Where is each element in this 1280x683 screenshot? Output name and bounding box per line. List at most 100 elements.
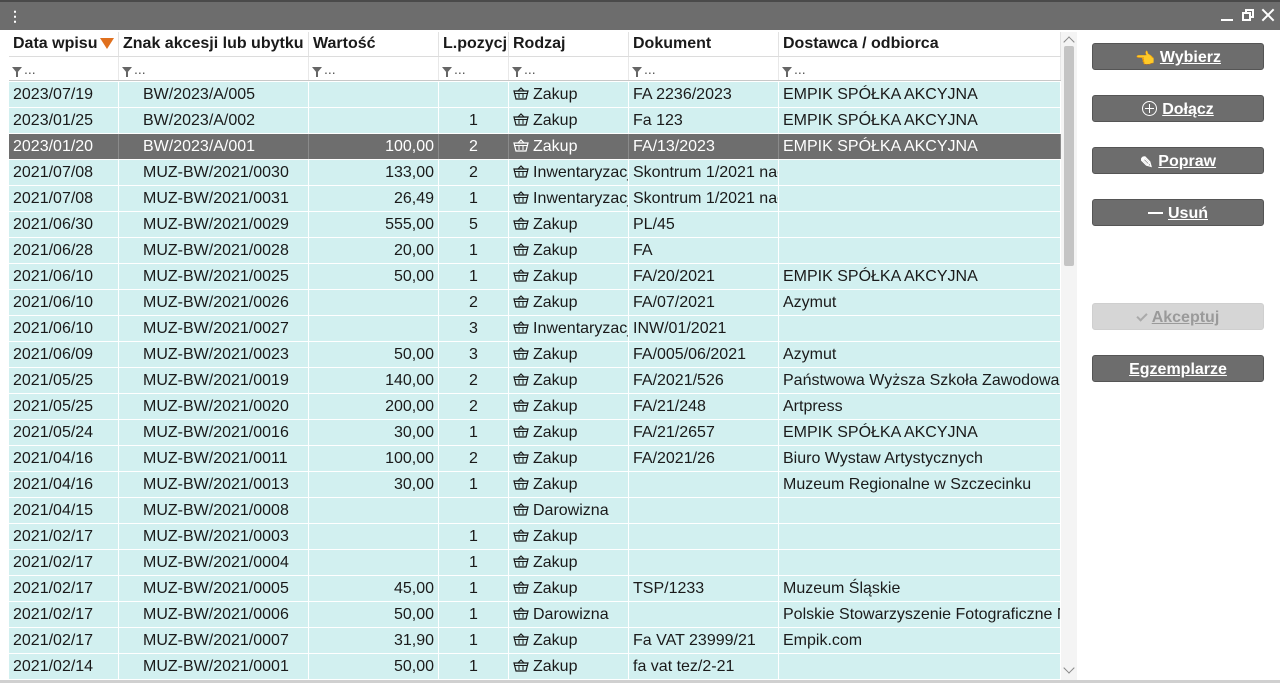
filter-cell-l-pozycji[interactable]: ... xyxy=(439,57,509,80)
sort-descending-icon xyxy=(100,38,115,49)
table-row[interactable]: 2021/02/17 MUZ-BW/2021/0007 31,90 1 Zakup Fa … xyxy=(9,628,1061,654)
cell-data-wpisu: 2021/06/30 xyxy=(9,212,119,237)
filter-cell-data[interactable]: ... xyxy=(9,57,119,80)
rodzaj-label: Darowizna xyxy=(533,606,609,623)
table-row[interactable]: 2021/06/10 MUZ-BW/2021/0025 50,00 1 Zakup FA/… xyxy=(9,264,1061,290)
cell-dokument: FA 2236/2023 xyxy=(629,82,779,107)
basket-icon xyxy=(513,217,529,230)
filter-cell-rodzaj[interactable]: ... xyxy=(509,57,629,80)
column-header-wartosc[interactable]: Wartość xyxy=(309,32,439,56)
table-row[interactable]: 2021/05/24 MUZ-BW/2021/0016 30,00 1 Zakup FA/… xyxy=(9,420,1061,446)
pointing-hand-icon: 👈 xyxy=(1135,51,1155,68)
cell-l-pozycji: 2 xyxy=(439,134,509,159)
table-row[interactable]: 2021/02/17 MUZ-BW/2021/0004 1 Zakup xyxy=(9,550,1061,576)
cell-znak: MUZ-BW/2021/0028 xyxy=(119,238,309,263)
cell-wartosc: 555,00 xyxy=(309,212,439,237)
filter-cell-dokument[interactable]: ... xyxy=(629,57,779,80)
filter-cell-dostawca[interactable]: ... xyxy=(779,57,1061,80)
cell-dostawca: Biuro Wystaw Artystycznych xyxy=(779,446,1061,471)
filter-placeholder: ... xyxy=(794,61,806,77)
vertical-scrollbar[interactable] xyxy=(1061,32,1077,680)
cell-wartosc: 100,00 xyxy=(309,134,439,159)
cell-dokument xyxy=(629,472,779,497)
column-header-rodzaj[interactable]: Rodzaj xyxy=(509,32,629,56)
cell-dostawca: Państwowa Wyższa Szkoła Zawodowa w xyxy=(779,368,1061,393)
minus-icon xyxy=(1148,212,1163,214)
filter-cell-wartosc[interactable]: ... xyxy=(309,57,439,80)
cell-rodzaj: Inwentaryzacja xyxy=(509,186,629,211)
table-row[interactable]: 2021/06/10MUZ-BW/2021/0027 3 Inwentaryzacj… xyxy=(9,316,1061,342)
table-row[interactable]: 2021/04/16 MUZ-BW/2021/0013 30,00 1 Zakup Muz… xyxy=(9,472,1061,498)
filter-cell-znak[interactable]: ... xyxy=(119,57,309,80)
popraw-button[interactable]: ✎ Popraw xyxy=(1092,147,1264,174)
basket-icon xyxy=(513,269,529,282)
scrollbar-thumb[interactable] xyxy=(1064,46,1074,266)
cell-dokument: FA/20/2021 xyxy=(629,264,779,289)
cell-dokument: FA/21/248 xyxy=(629,394,779,419)
cell-dokument xyxy=(629,602,779,627)
table-row[interactable]: 2023/01/25 BW/2023/A/002 1 Zakup Fa 123 EMPIK… xyxy=(9,108,1061,134)
cell-wartosc: 50,00 xyxy=(309,264,439,289)
cell-dostawca xyxy=(779,316,1061,341)
table-row[interactable]: 2021/06/09 MUZ-BW/2021/0023 50,00 3 Zakup FA/… xyxy=(9,342,1061,368)
column-header-label: Znak akcesji lub ubytku xyxy=(123,35,304,52)
restore-icon[interactable] xyxy=(1240,7,1256,23)
cell-dostawca xyxy=(779,160,1061,185)
egzemplarze-button[interactable]: Egzemplarze xyxy=(1092,355,1264,382)
usun-button[interactable]: Usuń xyxy=(1092,199,1264,226)
column-header-data-wpisu[interactable]: Data wpisu xyxy=(9,32,119,56)
cell-rodzaj: Zakup xyxy=(509,446,629,471)
table-row[interactable]: 2023/07/19 BW/2023/A/005 Zakup FA 2236/2023… xyxy=(9,82,1061,108)
table-row[interactable]: 2021/05/25 MUZ-BW/2021/0020 200,00 2 Zakup FA… xyxy=(9,394,1061,420)
cell-dokument: FA/13/2023 xyxy=(629,134,779,159)
cell-znak: BW/2023/A/002 xyxy=(119,108,309,133)
cell-dostawca xyxy=(779,524,1061,549)
table-row[interactable]: 2023/01/20 BW/2023/A/001 100,00 2 Zakup FA/13… xyxy=(9,134,1061,160)
dolacz-button[interactable]: Dołącz xyxy=(1092,95,1264,122)
table-row[interactable]: 2021/07/08 MUZ-BW/2021/0031 26,49 1 Inwentar… xyxy=(9,186,1061,212)
cell-rodzaj: Zakup xyxy=(509,134,629,159)
rodzaj-label: Zakup xyxy=(533,658,578,675)
table-row[interactable]: 2021/02/14 MUZ-BW/2021/0001 50,00 1 Zakup fa … xyxy=(9,654,1061,680)
column-header-label: Rodzaj xyxy=(513,35,566,52)
scroll-down-icon[interactable] xyxy=(1063,662,1075,674)
cell-rodzaj: Zakup xyxy=(509,82,629,107)
cell-data-wpisu: 2021/04/16 xyxy=(9,472,119,497)
cell-wartosc: 50,00 xyxy=(309,342,439,367)
table-row[interactable]: 2021/06/28 MUZ-BW/2021/0028 20,00 1 Zakup FA xyxy=(9,238,1061,264)
cell-l-pozycji: 1 xyxy=(439,628,509,653)
cell-data-wpisu: 2021/04/15 xyxy=(9,498,119,523)
column-header-l-pozycji[interactable]: L.pozycji xyxy=(439,32,509,56)
cell-dostawca xyxy=(779,238,1061,263)
cell-data-wpisu: 2023/07/19 xyxy=(9,82,119,107)
table-row[interactable]: 2021/04/15 MUZ-BW/2021/0008 Darowizna xyxy=(9,498,1061,524)
cell-l-pozycji: 1 xyxy=(439,472,509,497)
table-row[interactable]: 2021/02/17 MUZ-BW/2021/0003 1 Zakup xyxy=(9,524,1061,550)
window-menu-icon[interactable]: ⋮ xyxy=(8,6,22,26)
close-icon[interactable] xyxy=(1260,7,1276,23)
column-header-dostawca[interactable]: Dostawca / odbiorca xyxy=(779,32,1061,56)
table-row[interactable]: 2021/04/16 MUZ-BW/2021/0011 100,00 2 Zakup FA… xyxy=(9,446,1061,472)
rodzaj-label: Zakup xyxy=(533,294,578,311)
table-row[interactable]: 2021/02/17 MUZ-BW/2021/0005 45,00 1 Zakup TSP… xyxy=(9,576,1061,602)
cell-znak: MUZ-BW/2021/0011 xyxy=(119,446,309,471)
table-row[interactable]: 2021/06/30 MUZ-BW/2021/0029 555,00 5 Zakup PL… xyxy=(9,212,1061,238)
wybierz-button[interactable]: 👈 Wybierz xyxy=(1092,43,1264,70)
column-header-znak[interactable]: Znak akcesji lub ubytku xyxy=(119,32,309,56)
table-row[interactable]: 2021/07/08 MUZ-BW/2021/0030 133,00 2 Inwenta… xyxy=(9,160,1061,186)
table-row[interactable]: 2021/06/10 MUZ-BW/2021/0026 2 Zakup FA/07/20… xyxy=(9,290,1061,316)
column-header-label: Wartość xyxy=(313,35,376,52)
cell-znak: MUZ-BW/2021/0020 xyxy=(119,394,309,419)
column-header-dokument[interactable]: Dokument xyxy=(629,32,779,56)
cell-znak: BW/2023/A/005 xyxy=(119,82,309,107)
cell-znak: MUZ-BW/2021/0003 xyxy=(119,524,309,549)
cell-data-wpisu: 2021/02/17 xyxy=(9,524,119,549)
rodzaj-label: Zakup xyxy=(533,450,578,467)
table-row[interactable]: 2021/05/25 MUZ-BW/2021/0019 140,00 2 Zakup FA… xyxy=(9,368,1061,394)
cell-dostawca: EMPIK SPÓŁKA AKCYJNA xyxy=(779,82,1061,107)
table-row[interactable]: 2021/02/17 MUZ-BW/2021/0006 50,00 1 Darowizn… xyxy=(9,602,1061,628)
minimize-icon[interactable] xyxy=(1219,7,1235,23)
cell-dokument: PL/45 xyxy=(629,212,779,237)
basket-icon xyxy=(513,87,529,100)
filter-placeholder: ... xyxy=(524,61,536,77)
